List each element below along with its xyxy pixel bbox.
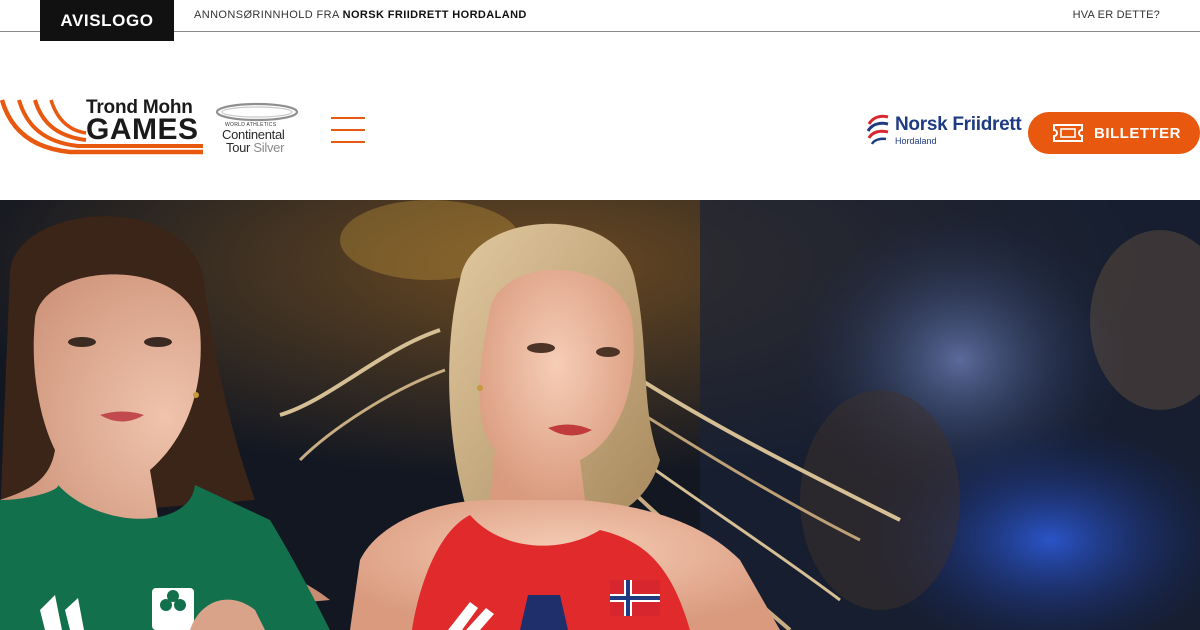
badge-line2: Tour Silver (226, 140, 284, 155)
partner-name: Norsk Friidrett (895, 114, 1022, 135)
trond-mohn-games-logo[interactable]: Trond Mohn GAMES (0, 96, 210, 158)
hamburger-icon[interactable] (331, 117, 365, 145)
norsk-friidrett-logo[interactable]: Norsk Friidrett Hordaland (866, 114, 1026, 150)
sponsored-content-bar: AVISLOGO ANNONSØRINNHOLD FRA NORSK FRIID… (0, 0, 1200, 41)
newspaper-logo[interactable]: AVISLOGO (40, 0, 174, 41)
stadium-ring-icon (215, 102, 299, 122)
sponsored-prefix: ANNONSØRINNHOLD FRA (194, 9, 340, 21)
tickets-button[interactable]: BILLETTER (1028, 112, 1200, 154)
flag-swoosh-icon (866, 114, 889, 145)
hamburger-line (331, 141, 365, 143)
sponsored-label: ANNONSØRINNHOLD FRA NORSK FRIIDRETT HORD… (194, 9, 527, 21)
hamburger-line (331, 129, 365, 131)
sponsor-name: NORSK FRIIDRETT HORDALAND (342, 9, 527, 21)
logo-line2: GAMES (86, 113, 199, 146)
what-is-this-link[interactable]: HVA ER DETTE? (1073, 9, 1160, 21)
tickets-label: BILLETTER (1094, 124, 1181, 142)
badge-tour: Tour (226, 140, 251, 155)
site-header: Trond Mohn GAMES WORLD ATHLETICS Contine… (0, 32, 1200, 200)
hero-image (0, 200, 1200, 630)
badge-silver: Silver (253, 140, 285, 155)
ticket-icon (1053, 124, 1083, 142)
partner-sub: Hordaland (895, 136, 937, 146)
runners-photo (0, 200, 1200, 630)
hamburger-line (331, 117, 365, 119)
continental-tour-badge: WORLD ATHLETICS Continental Tour Silver (215, 102, 299, 158)
